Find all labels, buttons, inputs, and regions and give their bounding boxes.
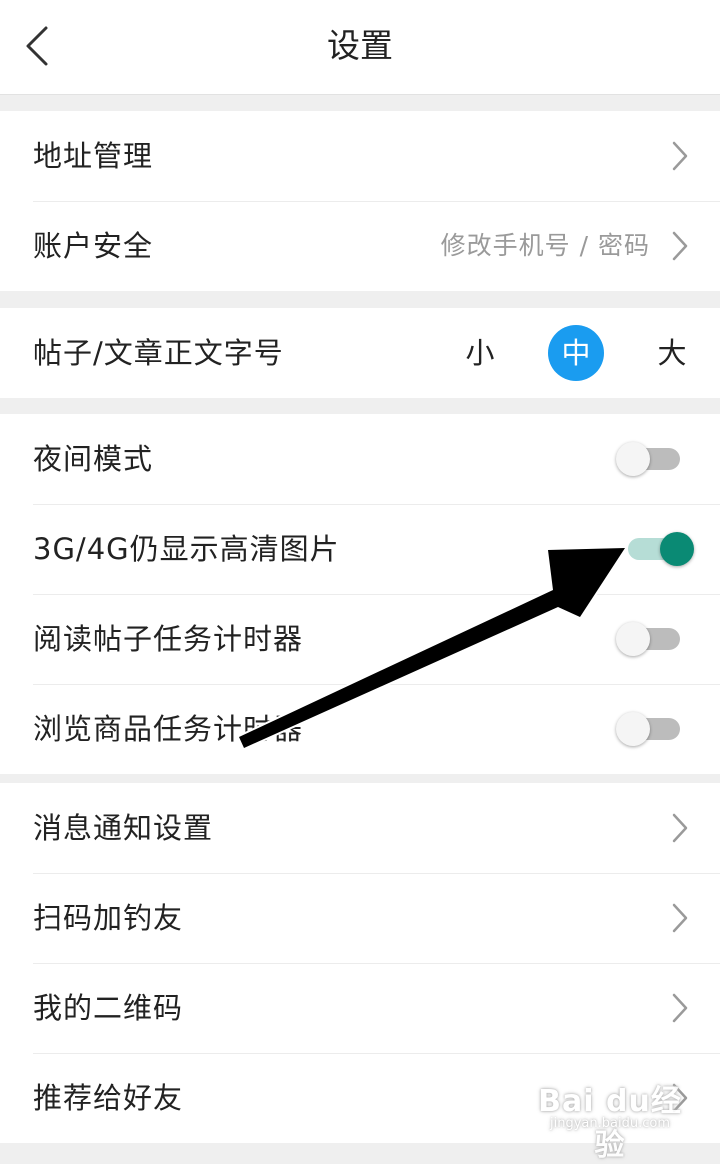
row-label: 3G/4G仍显示高清图片 <box>33 532 340 566</box>
row-label: 账户安全 <box>33 229 154 263</box>
baidu-jingyan-watermark: Bai du经验 jingyan.baidu.com <box>530 1062 690 1163</box>
toggle-knob <box>616 712 650 746</box>
post-reading-timer-toggle[interactable] <box>616 622 680 656</box>
toggles-section: 夜间模式 3G/4G仍显示高清图片 阅读帖子任务计时器 浏览商品任务计时器 <box>0 414 720 774</box>
row-label: 地址管理 <box>33 139 154 173</box>
row-label: 推荐给好友 <box>33 1081 184 1115</box>
font-size-row: 帖子/文章正文字号 小 中 大 <box>0 308 720 398</box>
address-management-row[interactable]: 地址管理 <box>0 111 720 201</box>
hd-images-row: 3G/4G仍显示高清图片 <box>0 504 720 594</box>
watermark-url: jingyan.baidu.com <box>550 1116 670 1131</box>
account-section: 地址管理 账户安全 修改手机号 / 密码 <box>0 111 720 291</box>
font-size-medium-option[interactable]: 中 <box>548 325 604 381</box>
row-label: 消息通知设置 <box>33 811 214 845</box>
row-label: 帖子/文章正文字号 <box>33 336 284 370</box>
font-size-large-option[interactable]: 大 <box>644 325 700 381</box>
hd-images-toggle[interactable] <box>628 532 694 566</box>
font-size-small-option[interactable]: 小 <box>452 325 508 381</box>
row-label: 夜间模式 <box>33 442 154 476</box>
row-label: 我的二维码 <box>33 991 184 1025</box>
row-label: 浏览商品任务计时器 <box>33 712 304 746</box>
account-security-row[interactable]: 账户安全 修改手机号 / 密码 <box>0 201 720 291</box>
toggle-knob <box>616 622 650 656</box>
scan-add-friend-row[interactable]: 扫码加钓友 <box>0 873 720 963</box>
chevron-right-icon <box>670 902 690 934</box>
top-bar: 设置 <box>0 0 720 95</box>
chevron-right-icon <box>670 812 690 844</box>
notification-settings-row[interactable]: 消息通知设置 <box>0 783 720 873</box>
chevron-right-icon <box>670 140 690 172</box>
my-qr-code-row[interactable]: 我的二维码 <box>0 963 720 1053</box>
page-title: 设置 <box>327 26 393 65</box>
product-browsing-timer-row: 浏览商品任务计时器 <box>0 684 720 774</box>
night-mode-row: 夜间模式 <box>0 414 720 504</box>
toggle-knob <box>660 532 694 566</box>
row-label: 扫码加钓友 <box>33 901 184 935</box>
chevron-right-icon <box>670 230 690 262</box>
night-mode-toggle[interactable] <box>616 442 680 476</box>
toggle-knob <box>616 442 650 476</box>
row-subtitle: 修改手机号 / 密码 <box>440 231 650 260</box>
product-browsing-timer-toggle[interactable] <box>616 712 680 746</box>
row-label: 阅读帖子任务计时器 <box>33 622 304 656</box>
post-reading-timer-row: 阅读帖子任务计时器 <box>0 594 720 684</box>
chevron-right-icon <box>670 992 690 1024</box>
font-size-section: 帖子/文章正文字号 小 中 大 <box>0 308 720 398</box>
